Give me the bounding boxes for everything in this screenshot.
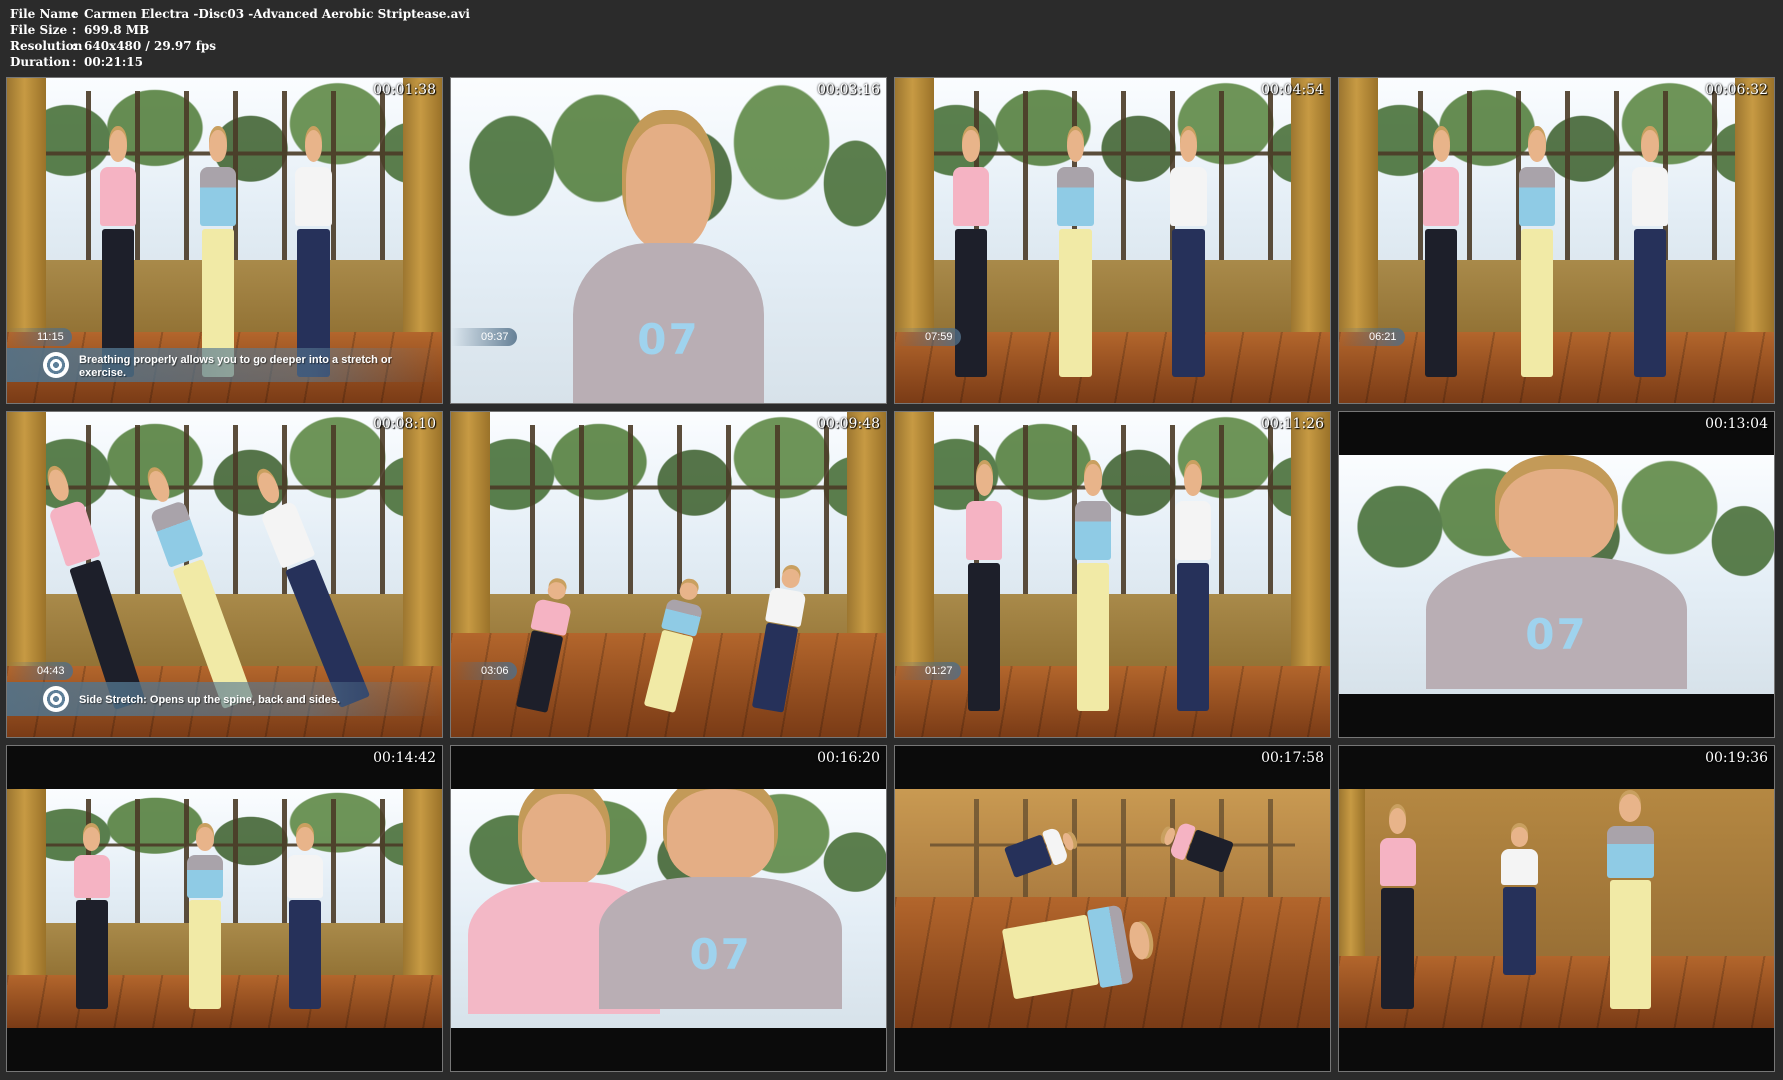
countdown-overlay: 09:37 bbox=[451, 328, 517, 346]
video-frame: 11:15 Breathing properly allows you to g… bbox=[7, 78, 442, 403]
countdown-overlay: 04:43 bbox=[7, 662, 73, 680]
thumbnail[interactable]: 11:15 Breathing properly allows you to g… bbox=[6, 77, 443, 404]
countdown-overlay: 11:15 bbox=[7, 328, 72, 346]
separator: : bbox=[72, 39, 77, 53]
timestamp: 00:17:58 bbox=[1261, 750, 1324, 766]
thumbnail[interactable]: 07 00:16:20 bbox=[450, 745, 887, 1072]
video-frame: 07:59 bbox=[895, 78, 1330, 403]
separator: : bbox=[72, 23, 77, 37]
video-frame bbox=[1339, 789, 1774, 1028]
tip-text: Side Stretch: Opens up the spine, back a… bbox=[79, 694, 341, 706]
resolution-label: Resolution bbox=[10, 39, 83, 53]
thumbnail[interactable]: 07:59 00:04:54 bbox=[894, 77, 1331, 404]
thumbnail[interactable]: 01:27 00:11:26 bbox=[894, 411, 1331, 738]
thumbnail[interactable]: 07 00:13:04 bbox=[1338, 411, 1775, 738]
video-frame: 01:27 bbox=[895, 412, 1330, 737]
timestamp: 00:06:32 bbox=[1705, 82, 1768, 98]
file-info-header: File Name : Carmen Electra -Disc03 -Adva… bbox=[10, 6, 470, 70]
timestamp: 00:08:10 bbox=[373, 416, 436, 432]
video-frame: 06:21 bbox=[1339, 78, 1774, 403]
video-frame: 07 09:37 bbox=[451, 78, 886, 403]
video-frame bbox=[895, 789, 1330, 1028]
timestamp: 00:16:20 bbox=[817, 750, 880, 766]
resolution-row: Resolution : 640x480 / 29.97 fps bbox=[10, 38, 470, 54]
thumbnail[interactable]: 00:19:36 bbox=[1338, 745, 1775, 1072]
countdown-overlay: 06:21 bbox=[1339, 328, 1405, 346]
separator: : bbox=[72, 7, 77, 21]
shirt-number: 07 bbox=[689, 929, 752, 979]
file-name-value: Carmen Electra -Disc03 -Advanced Aerobic… bbox=[84, 7, 470, 21]
duration-value: 00:21:15 bbox=[84, 55, 143, 69]
shirt-number: 07 bbox=[637, 314, 700, 364]
video-frame: 04:43 Side Stretch: Opens up the spine, … bbox=[7, 412, 442, 737]
file-name-label: File Name bbox=[10, 7, 79, 21]
timestamp: 00:09:48 bbox=[817, 416, 880, 432]
video-frame: 07 bbox=[1339, 455, 1774, 694]
video-frame: 03:06 bbox=[451, 412, 886, 737]
file-size-row: File Size : 699.8 MB bbox=[10, 22, 470, 38]
file-size-label: File Size bbox=[10, 23, 68, 37]
target-icon bbox=[43, 352, 69, 378]
timestamp: 00:01:38 bbox=[373, 82, 436, 98]
timestamp: 00:19:36 bbox=[1705, 750, 1768, 766]
thumbnail[interactable]: 00:17:58 bbox=[894, 745, 1331, 1072]
timestamp: 00:03:16 bbox=[817, 82, 880, 98]
thumbnail[interactable]: 04:43 Side Stretch: Opens up the spine, … bbox=[6, 411, 443, 738]
thumbnail[interactable]: 06:21 00:06:32 bbox=[1338, 77, 1775, 404]
video-frame bbox=[7, 789, 442, 1028]
separator: : bbox=[72, 55, 77, 69]
shirt-number: 07 bbox=[1525, 610, 1588, 660]
thumbnail[interactable]: 03:06 00:09:48 bbox=[450, 411, 887, 738]
file-size-value: 699.8 MB bbox=[84, 23, 150, 37]
thumbnail[interactable]: 07 09:37 00:03:16 bbox=[450, 77, 887, 404]
resolution-value: 640x480 / 29.97 fps bbox=[84, 39, 217, 53]
tip-text: Breathing properly allows you to go deep… bbox=[79, 354, 392, 379]
duration-label: Duration bbox=[10, 55, 71, 69]
thumbnail-grid: 11:15 Breathing properly allows you to g… bbox=[6, 77, 1778, 1075]
timestamp: 00:11:26 bbox=[1261, 416, 1324, 432]
file-name-row: File Name : Carmen Electra -Disc03 -Adva… bbox=[10, 6, 470, 22]
duration-row: Duration : 00:21:15 bbox=[10, 54, 470, 70]
target-icon bbox=[43, 686, 69, 712]
countdown-overlay: 01:27 bbox=[895, 662, 961, 680]
timestamp: 00:13:04 bbox=[1705, 416, 1768, 432]
countdown-overlay: 03:06 bbox=[451, 662, 517, 680]
timestamp: 00:04:54 bbox=[1261, 82, 1324, 98]
countdown-overlay: 07:59 bbox=[895, 328, 961, 346]
thumbnail[interactable]: 00:14:42 bbox=[6, 745, 443, 1072]
timestamp: 00:14:42 bbox=[373, 750, 436, 766]
video-frame: 07 bbox=[451, 789, 886, 1028]
